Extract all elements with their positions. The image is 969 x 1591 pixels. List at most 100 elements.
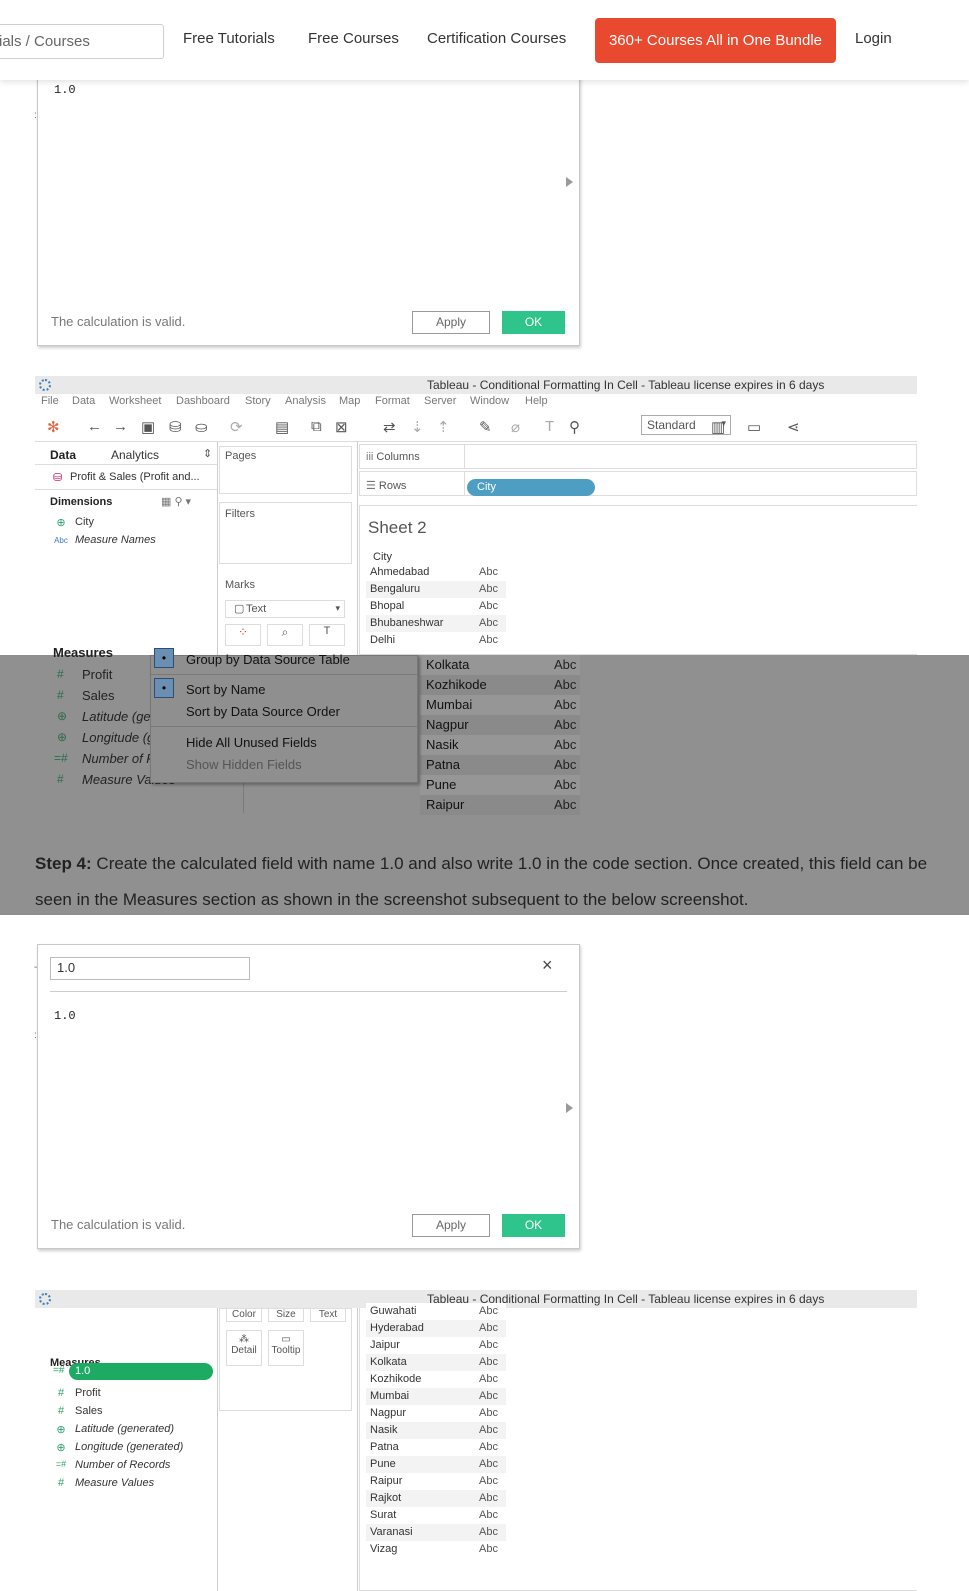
pause-updates-icon[interactable]: ⛀ bbox=[195, 418, 208, 436]
new-worksheet-icon[interactable]: ▤ bbox=[275, 418, 289, 436]
table-row[interactable]: Surat Abc bbox=[366, 1507, 506, 1524]
tab-sort-icon[interactable]: ⇕ bbox=[203, 447, 212, 460]
table-row[interactable]: Hyderabad Abc bbox=[366, 1320, 506, 1337]
table-row[interactable]: Kozhikode Abc bbox=[366, 1371, 506, 1388]
table-row[interactable]: Pune Abc bbox=[366, 1456, 506, 1473]
measure-number-of-records[interactable]: =# Number of Records bbox=[56, 1459, 171, 1471]
measure-1-0-selected[interactable]: 1.0 bbox=[69, 1363, 213, 1380]
new-datasource-icon[interactable]: ⛁ bbox=[169, 418, 182, 436]
sort-ascending-icon[interactable]: ⇣ bbox=[411, 418, 424, 436]
table-row[interactable]: Mumbai Abc bbox=[420, 695, 580, 715]
color-button[interactable]: Color bbox=[226, 1308, 262, 1322]
table-row[interactable]: Nagpur Abc bbox=[366, 1405, 506, 1422]
show-cards-icon[interactable]: ▥ bbox=[711, 418, 725, 436]
table-row[interactable]: Rajkot Abc bbox=[366, 1490, 506, 1507]
menu-data[interactable]: Data bbox=[72, 395, 95, 407]
menu-worksheet[interactable]: Worksheet bbox=[109, 395, 161, 407]
size-icon[interactable]: ⌕ bbox=[267, 624, 303, 646]
data-tab[interactable]: Data bbox=[50, 448, 76, 462]
bundle-button[interactable]: 360+ Courses All in One Bundle bbox=[595, 18, 836, 63]
analytics-tab[interactable]: Analytics bbox=[111, 448, 159, 462]
dimension-city[interactable]: ⊕ City bbox=[56, 516, 94, 529]
size-button[interactable]: Size bbox=[268, 1308, 304, 1322]
measure-profit[interactable]: # Profit bbox=[58, 1387, 101, 1399]
measure-values[interactable]: # Measure Values bbox=[58, 1477, 154, 1489]
table-row[interactable]: Nasik Abc bbox=[366, 1422, 506, 1439]
group-icon[interactable]: ⌀ bbox=[511, 418, 520, 436]
table-row[interactable]: Nagpur Abc bbox=[420, 715, 580, 735]
measure-longitude[interactable]: ⊕ Longitude (generated) bbox=[56, 1441, 183, 1454]
menu-map[interactable]: Map bbox=[339, 395, 360, 407]
refresh-icon[interactable]: ⟳ bbox=[230, 418, 243, 436]
menu-file[interactable]: File bbox=[41, 395, 59, 407]
close-icon[interactable]: × bbox=[542, 955, 553, 976]
table-row[interactable]: Kolkata Abc bbox=[366, 1354, 506, 1371]
apply-button[interactable]: Apply bbox=[412, 311, 490, 334]
expand-arrow-icon[interactable] bbox=[566, 1103, 573, 1113]
menu-dashboard[interactable]: Dashboard bbox=[176, 395, 230, 407]
table-row[interactable]: Kozhikode Abc bbox=[420, 675, 580, 695]
table-row[interactable]: Bhubaneshwar Abc bbox=[366, 615, 506, 632]
color-icon[interactable]: ⁘ bbox=[225, 624, 261, 646]
clear-sheet-icon[interactable]: ⊠ bbox=[335, 418, 348, 436]
table-row[interactable]: Raipur Abc bbox=[366, 1473, 506, 1490]
pages-shelf[interactable] bbox=[219, 446, 352, 494]
expand-arrow-icon[interactable] bbox=[566, 177, 573, 187]
table-row[interactable]: Patna Abc bbox=[366, 1439, 506, 1456]
calc-code-text[interactable]: 1.0 bbox=[54, 83, 76, 97]
search-input[interactable]: ials / Courses bbox=[0, 24, 164, 59]
menu-item-sort-by-name[interactable]: Sort by Name bbox=[186, 682, 265, 697]
nav-free-courses[interactable]: Free Courses bbox=[308, 30, 399, 47]
swap-icon[interactable]: ⇄ bbox=[383, 418, 396, 436]
calc-code-text[interactable]: 1.0 bbox=[54, 1009, 76, 1023]
filters-shelf[interactable] bbox=[219, 502, 352, 564]
detail-button[interactable]: ⁂ Detail bbox=[226, 1330, 262, 1366]
table-row[interactable]: Ahmedabad Abc bbox=[366, 564, 506, 581]
table-row[interactable]: Bengaluru Abc bbox=[366, 581, 506, 598]
menu-server[interactable]: Server bbox=[424, 395, 456, 407]
dimension-measure-names[interactable]: Abc Measure Names bbox=[54, 534, 156, 546]
table-row[interactable]: Kolkata Abc bbox=[420, 655, 580, 675]
measure-number-of-records[interactable]: Number of R bbox=[82, 751, 156, 766]
apply-button[interactable]: Apply bbox=[412, 1214, 490, 1237]
sort-descending-icon[interactable]: ⇡ bbox=[437, 418, 450, 436]
table-row[interactable]: Delhi Abc bbox=[366, 632, 506, 649]
menu-format[interactable]: Format bbox=[375, 395, 410, 407]
columns-shelf[interactable]: iii Columns bbox=[359, 444, 917, 469]
measure-longitude[interactable]: Longitude (g bbox=[82, 730, 154, 745]
measure-profit[interactable]: Profit bbox=[82, 667, 112, 682]
marks-type-dropdown[interactable]: ▢ Text ▾ bbox=[225, 600, 345, 618]
menu-analysis[interactable]: Analysis bbox=[285, 395, 326, 407]
rows-pill-city[interactable]: City bbox=[467, 479, 595, 496]
table-row[interactable]: Raipur Abc bbox=[420, 795, 580, 815]
presentation-icon[interactable]: ▭ bbox=[747, 418, 761, 436]
measure-sales[interactable]: Sales bbox=[82, 688, 115, 703]
menu-item-show-hidden[interactable]: Show Hidden Fields bbox=[186, 757, 302, 772]
menu-item-sort-by-source-order[interactable]: Sort by Data Source Order bbox=[186, 704, 340, 719]
text-icon[interactable]: T bbox=[309, 624, 345, 646]
ok-button[interactable]: OK bbox=[502, 1214, 565, 1237]
back-icon[interactable]: ← bbox=[87, 418, 102, 435]
rows-shelf[interactable]: ☰ Rows bbox=[359, 471, 917, 496]
table-row[interactable]: Varanasi Abc bbox=[366, 1524, 506, 1541]
menu-item-hide-unused[interactable]: Hide All Unused Fields bbox=[186, 735, 317, 750]
measure-latitude[interactable]: ⊕ Latitude (generated) bbox=[56, 1423, 174, 1436]
pin-icon[interactable]: ⚲ bbox=[569, 418, 580, 436]
ok-button[interactable]: OK bbox=[502, 311, 565, 334]
text-button[interactable]: Text bbox=[310, 1308, 346, 1322]
measure-sales[interactable]: # Sales bbox=[58, 1405, 103, 1417]
save-icon[interactable]: ▣ bbox=[141, 418, 155, 436]
view-options-icon[interactable]: ▦ ⚲ ▾ bbox=[161, 495, 191, 508]
menu-help[interactable]: Help bbox=[525, 395, 548, 407]
highlight-icon[interactable]: ✎ bbox=[479, 418, 492, 436]
nav-certification-courses[interactable]: Certification Courses bbox=[427, 30, 566, 47]
table-row[interactable]: Jaipur Abc bbox=[366, 1337, 506, 1354]
table-row[interactable]: Pune Abc bbox=[420, 775, 580, 795]
calc-name-input[interactable]: 1.0 bbox=[50, 957, 250, 980]
table-row[interactable]: Bhopal Abc bbox=[366, 598, 506, 615]
table-row[interactable]: Mumbai Abc bbox=[366, 1388, 506, 1405]
table-row[interactable]: Guwahati Abc bbox=[366, 1303, 506, 1320]
nav-free-tutorials[interactable]: Free Tutorials bbox=[183, 30, 275, 47]
login-link[interactable]: Login bbox=[855, 30, 892, 47]
duplicate-icon[interactable]: ⧉ bbox=[311, 418, 322, 435]
